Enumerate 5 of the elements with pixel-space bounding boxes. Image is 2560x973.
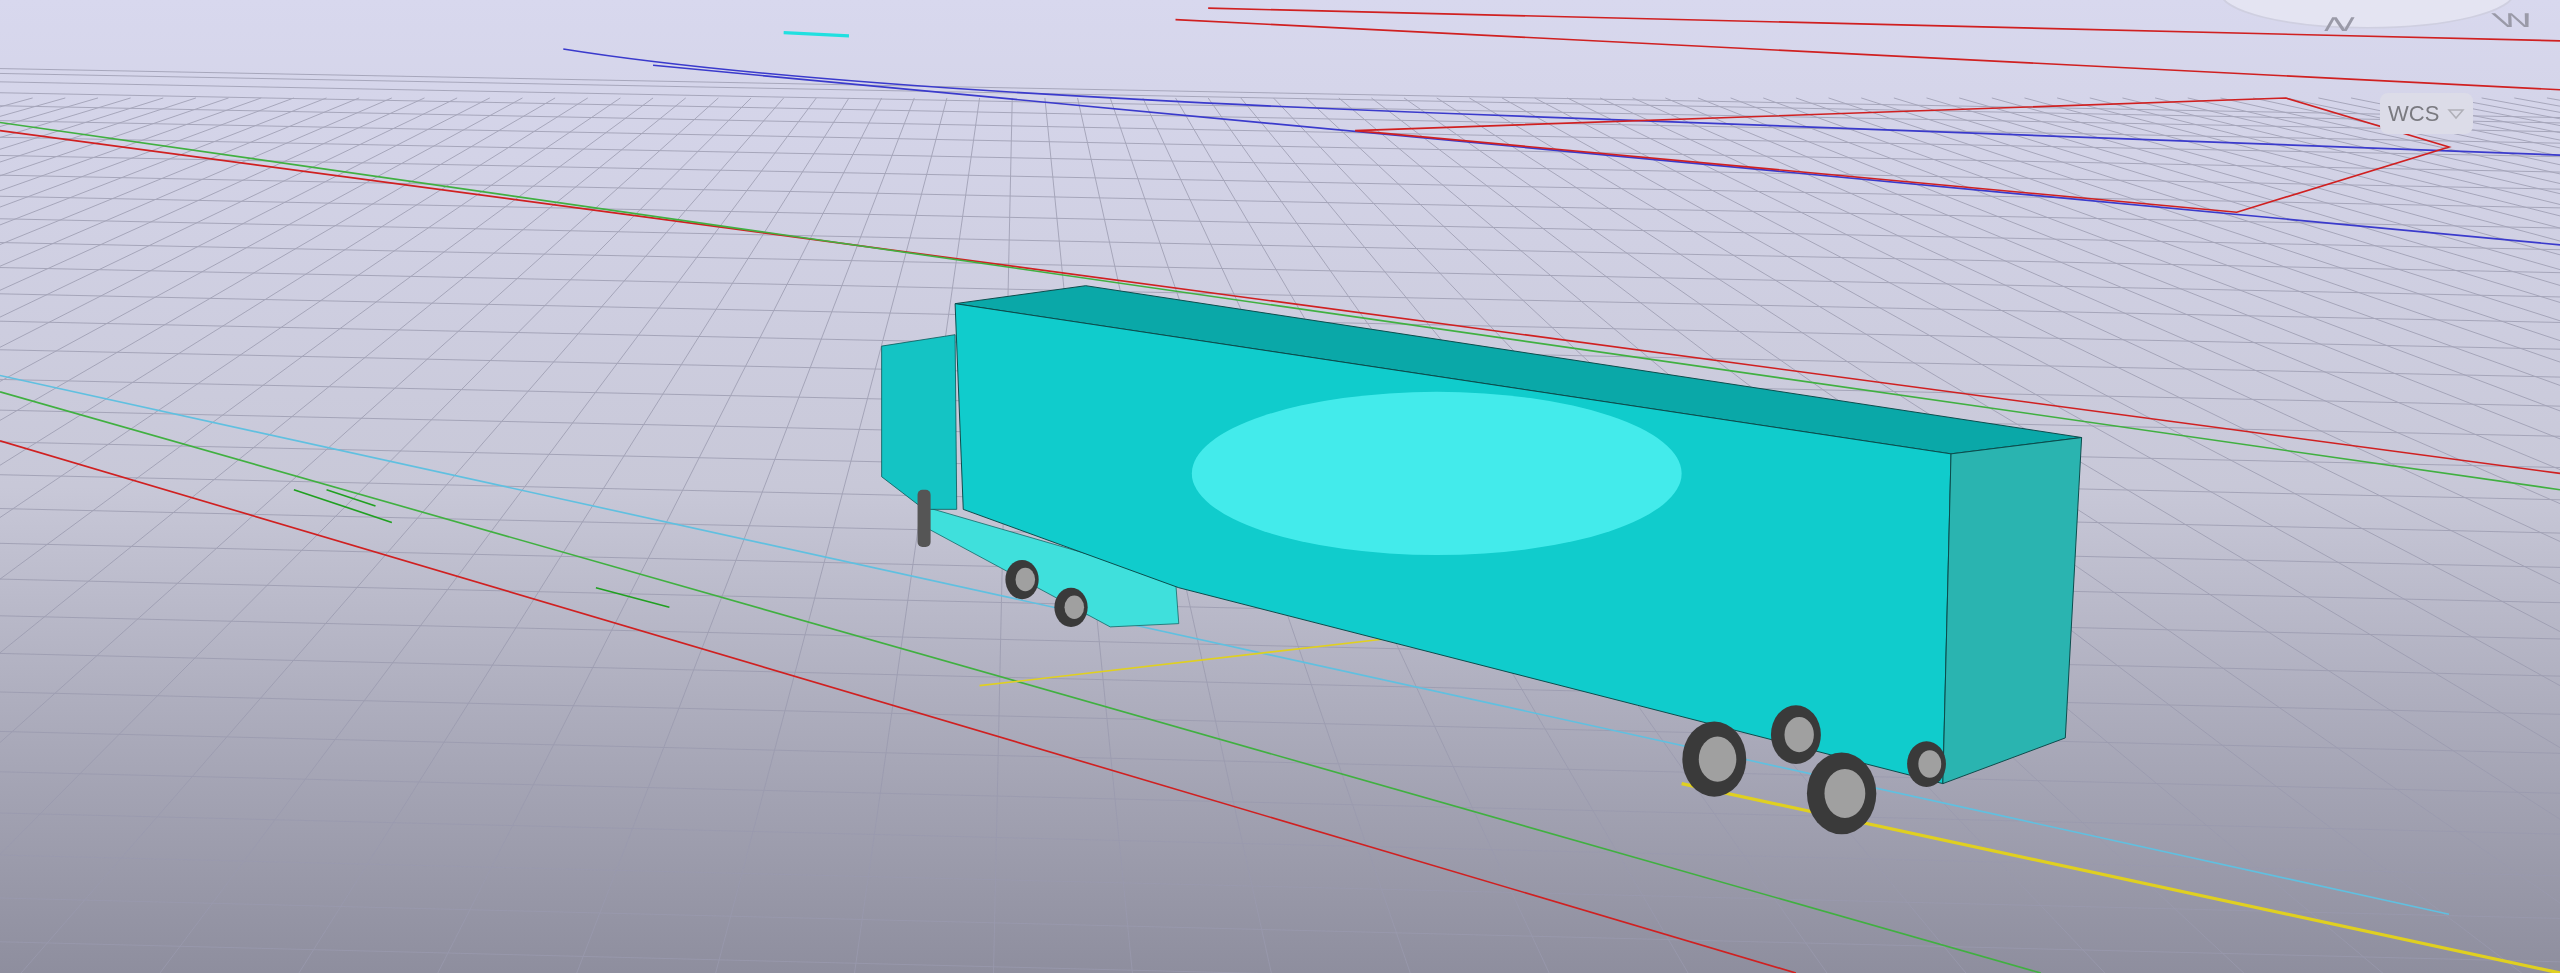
cad-viewport[interactable]: N W WCS	[0, 0, 2560, 973]
compass-label: N	[2317, 12, 2362, 37]
caret-icon	[2447, 107, 2466, 120]
compass-label: W	[2487, 8, 2541, 33]
wcs-menu-button[interactable]: WCS	[2380, 93, 2474, 134]
